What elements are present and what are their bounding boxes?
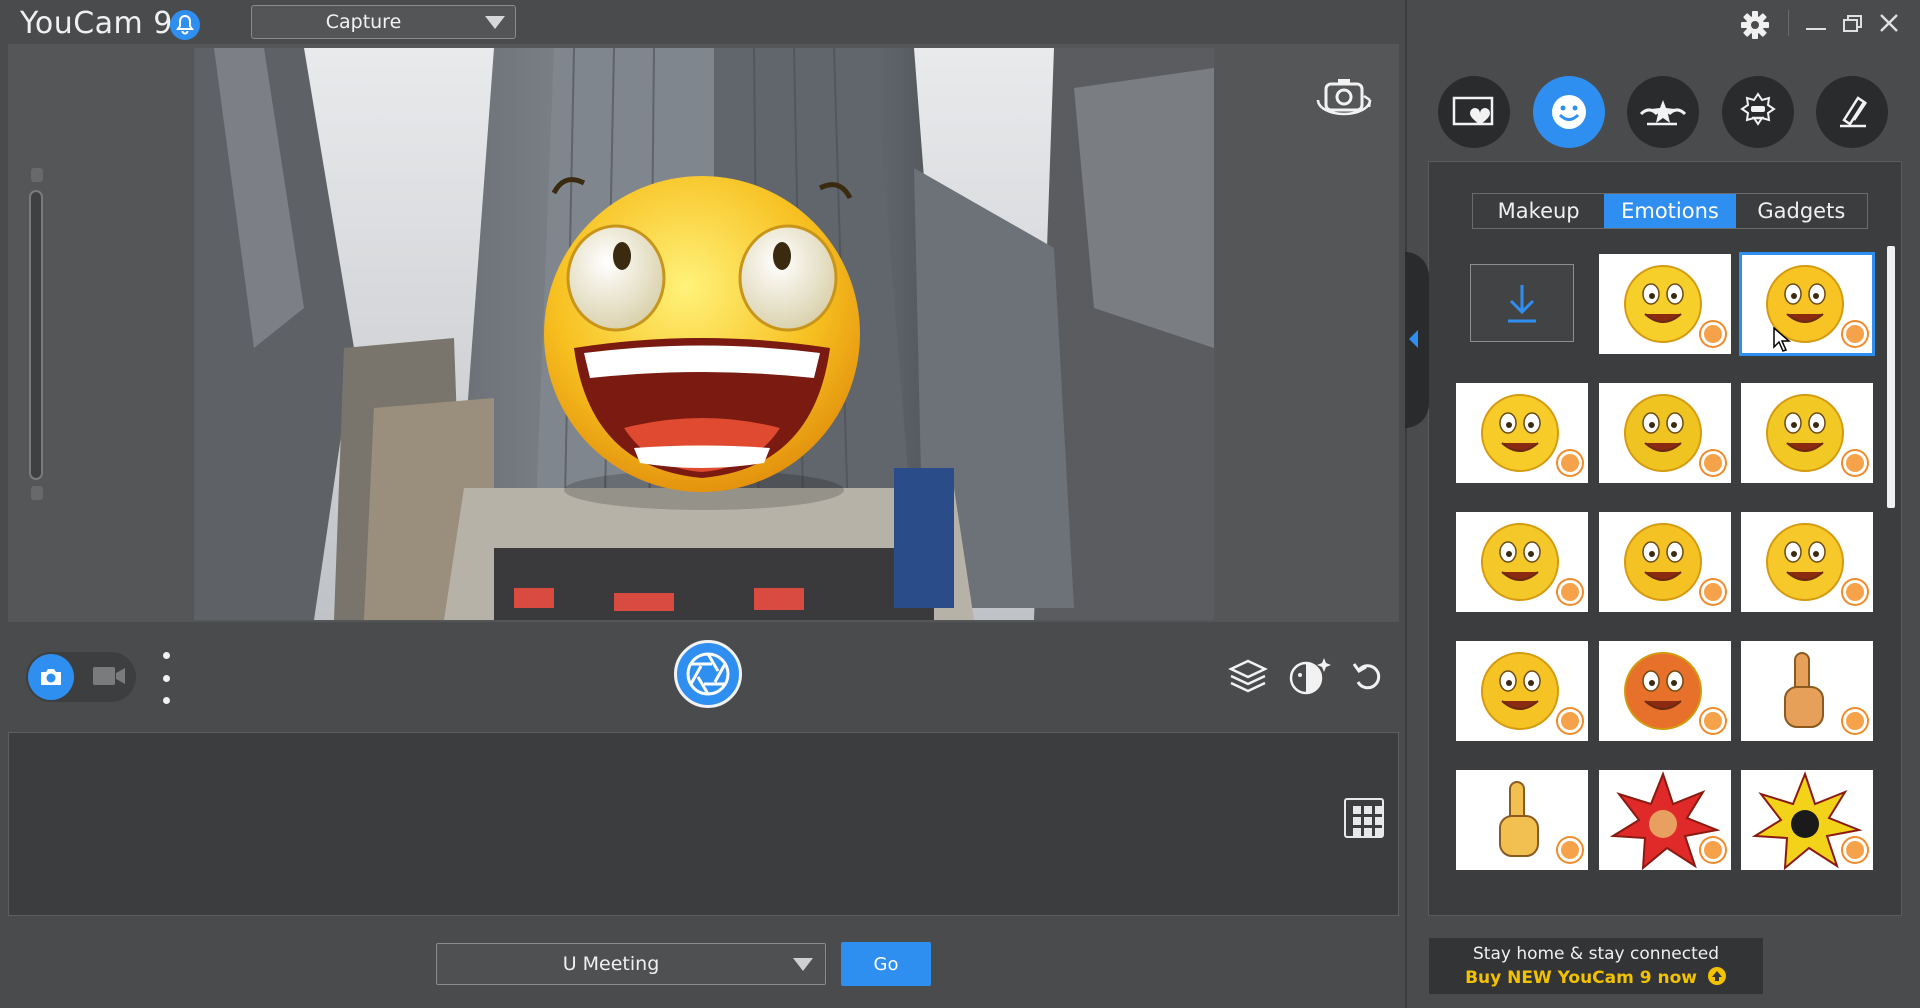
effect-tile-unamused[interactable] <box>1456 641 1588 741</box>
collapse-panel-handle[interactable] <box>1405 252 1429 428</box>
effect-tile-scream[interactable] <box>1599 512 1731 612</box>
avatar-icon <box>1740 92 1776 126</box>
effect-tile-thumbs-up[interactable] <box>1741 641 1873 741</box>
premium-badge-icon <box>1701 838 1725 862</box>
zoom-slider-bottom-cap <box>31 486 43 500</box>
mode-select-value: Capture <box>325 11 402 33</box>
effect-tile-heart-eyes[interactable] <box>1456 383 1588 483</box>
premium-badge-icon <box>1843 451 1867 475</box>
restore-icon[interactable] <box>1842 14 1864 38</box>
category-emotions-button[interactable] <box>1533 76 1605 148</box>
close-icon[interactable] <box>1878 12 1900 38</box>
undo-icon[interactable] <box>1350 658 1386 698</box>
premium-badge-icon <box>1558 709 1582 733</box>
meeting-app-select[interactable]: U Meeting <box>436 943 826 985</box>
premium-badge-icon <box>1701 580 1725 604</box>
effect-tile-blush[interactable] <box>1741 512 1873 612</box>
effect-tile-thinking[interactable] <box>1456 512 1588 612</box>
grid-icon[interactable] <box>1344 798 1384 838</box>
premium-badge-icon <box>1843 322 1867 346</box>
photo-video-toggle[interactable] <box>26 652 136 702</box>
arrow-up-circle-icon <box>1707 967 1726 985</box>
premium-badge-icon <box>1701 709 1725 733</box>
effect-tile-download[interactable] <box>1470 264 1574 342</box>
zoom-slider-top-cap <box>31 168 43 182</box>
notification-bell-icon[interactable] <box>170 10 200 40</box>
premium-badge-icon <box>1843 838 1867 862</box>
frame-heart-icon <box>1452 96 1494 126</box>
category-particles-button[interactable] <box>1627 76 1699 148</box>
shutter-button[interactable] <box>674 640 742 708</box>
effect-tile-laughing[interactable] <box>1739 252 1875 356</box>
promo-banner[interactable]: Stay home & stay connected Buy NEW YouCa… <box>1429 938 1763 994</box>
more-vertical-icon[interactable] <box>158 652 174 704</box>
effect-tile-wink[interactable] <box>1599 383 1731 483</box>
toolbar-separator <box>1788 10 1789 36</box>
mouse-cursor-icon <box>1773 326 1792 357</box>
premium-badge-icon <box>1558 451 1582 475</box>
sidebar-divider <box>1405 0 1407 1008</box>
download-icon <box>1508 285 1536 323</box>
category-frames-button[interactable] <box>1438 76 1510 148</box>
premium-badge-icon <box>1701 322 1725 346</box>
premium-badge-icon <box>1843 580 1867 604</box>
chevron-left-icon <box>1409 330 1418 348</box>
tab-makeup[interactable]: Makeup <box>1473 194 1604 228</box>
chevron-down-icon <box>793 958 813 971</box>
app-title: YouCam 9 <box>20 6 173 41</box>
meeting-app-select-value: U Meeting <box>562 953 660 975</box>
tab-emotions[interactable]: Emotions <box>1604 194 1736 228</box>
particle-icon <box>1639 100 1687 126</box>
camera-preview <box>194 48 1214 620</box>
premium-badge-icon <box>1558 580 1582 604</box>
switch-camera-icon[interactable] <box>1312 76 1376 120</box>
settings-icon[interactable] <box>1740 10 1770 44</box>
premium-badge-icon <box>1843 709 1867 733</box>
smiley-icon <box>1552 95 1586 129</box>
effect-tile-punch[interactable] <box>1599 770 1731 870</box>
tab-gadgets[interactable]: Gadgets <box>1736 194 1867 228</box>
effect-tile-grinning[interactable] <box>1599 254 1731 354</box>
mode-select[interactable]: Capture <box>251 5 516 39</box>
effect-tile-victory[interactable] <box>1456 770 1588 870</box>
effect-tile-bomb[interactable] <box>1741 770 1873 870</box>
pen-icon <box>1840 96 1868 128</box>
shutter-icon <box>686 652 730 696</box>
zoom-slider[interactable] <box>29 190 43 480</box>
premium-badge-icon <box>1701 451 1725 475</box>
layers-icon[interactable] <box>1228 658 1268 698</box>
city-scene <box>194 48 1214 620</box>
beauty-icon[interactable] <box>1286 654 1334 702</box>
video-icon[interactable] <box>92 664 126 692</box>
effects-tabbar: Makeup Emotions Gadgets <box>1472 193 1868 229</box>
chevron-down-icon <box>485 16 505 29</box>
premium-badge-icon <box>1558 838 1582 862</box>
promo-line-2[interactable]: Buy NEW YouCam 9 now <box>1429 966 1763 988</box>
effect-tile-smirk[interactable] <box>1741 383 1873 483</box>
media-gallery-panel <box>8 732 1399 916</box>
category-draw-button[interactable] <box>1816 76 1888 148</box>
minimize-icon[interactable] <box>1806 16 1826 30</box>
camera-icon[interactable] <box>28 654 74 700</box>
category-avatar-button[interactable] <box>1722 76 1794 148</box>
promo-line-1: Stay home & stay connected <box>1472 944 1720 964</box>
go-button[interactable]: Go <box>841 942 931 986</box>
effects-scrollbar[interactable] <box>1887 246 1895 508</box>
effect-tile-angry[interactable] <box>1599 641 1731 741</box>
